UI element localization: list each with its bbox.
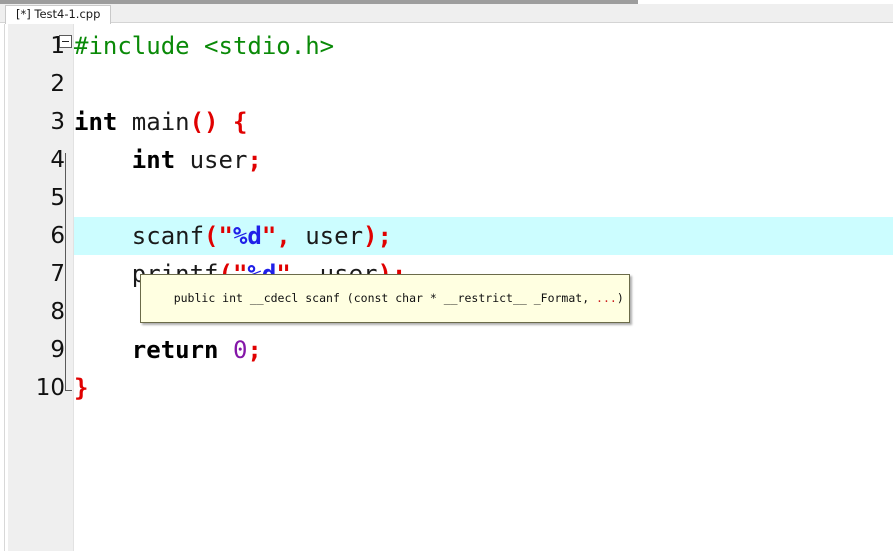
- code-line-text[interactable]: scanf("%d", user);: [74, 217, 392, 255]
- code-token-punctuation: ;: [247, 146, 262, 174]
- code-token-punctuation: (): [189, 108, 219, 136]
- code-token-format: %d: [232, 222, 262, 250]
- line-number[interactable]: 7: [8, 255, 65, 293]
- line-number[interactable]: 1: [8, 27, 65, 65]
- fold-guide-foot: [65, 390, 72, 391]
- code-token-punctuation: ",: [261, 222, 306, 250]
- code-line-row[interactable]: 4 int user;: [0, 141, 893, 179]
- code-token-keyword: return: [131, 336, 219, 364]
- code-token-keyword: int: [131, 146, 176, 174]
- code-line-row[interactable]: 10}: [0, 369, 893, 407]
- code-token-keyword: int: [74, 108, 118, 136]
- code-token-identifier: user: [175, 146, 248, 174]
- code-line-text[interactable]: int main() {: [74, 103, 247, 141]
- tab-label: [*] Test4-1.cpp: [16, 7, 101, 22]
- code-token-brace: }: [74, 374, 89, 402]
- fold-collapse-icon[interactable]: [59, 35, 72, 48]
- code-token-punctuation: ;: [247, 336, 262, 364]
- code-token-brace: {: [232, 108, 248, 136]
- code-line-row[interactable]: 5: [0, 179, 893, 217]
- code-line-text[interactable]: #include <stdio.h>: [74, 27, 334, 65]
- code-token-identifier: [219, 336, 233, 364]
- line-number[interactable]: 9: [8, 331, 65, 369]
- code-line-text[interactable]: return 0;: [74, 331, 262, 369]
- code-token-number: 0: [232, 336, 248, 364]
- code-token-identifier: [219, 108, 233, 136]
- line-number[interactable]: 3: [8, 103, 65, 141]
- code-line-text[interactable]: int user;: [74, 141, 262, 179]
- code-line-row[interactable]: 3 int main() {: [0, 103, 893, 141]
- signature-help-tooltip: public int __cdecl scanf (const char * _…: [140, 274, 630, 323]
- line-number[interactable]: 10: [8, 369, 65, 407]
- line-number[interactable]: 2: [8, 65, 65, 103]
- line-number[interactable]: 4: [8, 141, 65, 179]
- code-line-row[interactable]: 6 scanf("%d", user);: [0, 217, 893, 255]
- code-line-row[interactable]: 9 return 0;: [0, 331, 893, 369]
- code-line-row[interactable]: 2: [0, 65, 893, 103]
- code-token-punctuation: );: [363, 222, 392, 250]
- code-token-identifier: user: [305, 222, 364, 250]
- tooltip-signature-suffix: ): [616, 291, 624, 305]
- code-token-preprocessor: #include <stdio.h>: [74, 32, 335, 60]
- editor-tab-bar: [*] Test4-1.cpp: [0, 4, 893, 24]
- fold-guide-line: [65, 153, 66, 391]
- line-number[interactable]: 8: [8, 293, 65, 331]
- tab-test4-1-cpp[interactable]: [*] Test4-1.cpp: [5, 5, 112, 24]
- code-token-identifier: main: [117, 108, 190, 136]
- tooltip-signature-ellipsis: ...: [596, 291, 617, 305]
- code-editor-area[interactable]: 1 #include <stdio.h> 2 3 int main() {4 int u…: [0, 24, 893, 551]
- line-number[interactable]: 5: [8, 179, 65, 217]
- tooltip-signature-prefix: public int __cdecl scanf (const char * _…: [173, 291, 597, 305]
- code-token-punctuation: (": [204, 222, 233, 250]
- code-line-row[interactable]: 1 #include <stdio.h>: [0, 27, 893, 65]
- code-token-identifier: scanf: [131, 222, 205, 250]
- line-number[interactable]: 6: [8, 217, 65, 255]
- code-line-text[interactable]: }: [74, 369, 88, 407]
